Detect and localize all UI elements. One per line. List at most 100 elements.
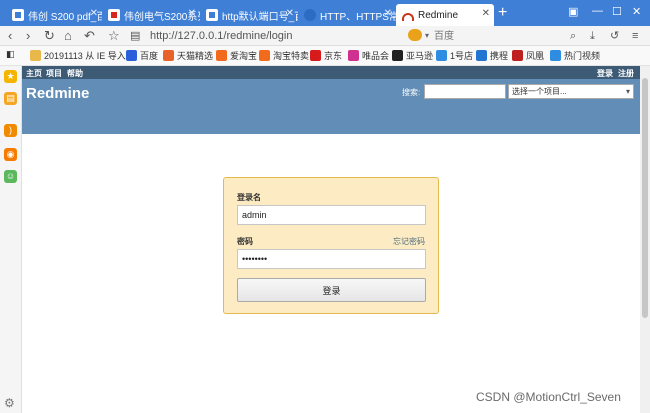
forward-icon[interactable]: › <box>26 28 30 44</box>
bookmark-label: 携程 <box>490 51 509 61</box>
menu-home-link[interactable]: 主页 <box>26 68 42 79</box>
menu-icon[interactable]: ≡ <box>632 28 638 44</box>
bookmark-item[interactable]: 凤凰 <box>512 49 544 62</box>
folder-icon <box>30 50 41 61</box>
minimize-icon[interactable]: — <box>592 5 603 17</box>
bookmark-label: 京东 <box>324 51 343 61</box>
tab-4[interactable]: HTTP、HTTPS常用 ✕ <box>298 4 396 26</box>
reader-icon[interactable]: ▤ <box>130 28 140 44</box>
bookmark-item[interactable]: 亚马逊 <box>392 49 433 62</box>
menu-login-link[interactable]: 登录 <box>597 68 613 79</box>
search-engine-chevron-icon[interactable]: ▾ <box>425 28 429 44</box>
chevron-down-icon: ▾ <box>625 87 630 96</box>
menu-projects-link[interactable]: 项目 <box>46 68 62 79</box>
rss-icon[interactable]: ) <box>4 124 17 137</box>
amazon-icon <box>392 50 403 61</box>
tab-close-icon[interactable]: ✕ <box>188 8 196 19</box>
bookmark-label: 唯品会 <box>362 51 390 61</box>
bookmark-label: 1号店 <box>450 51 474 61</box>
refresh-icon[interactable]: ↻ <box>44 28 55 44</box>
search-input[interactable] <box>424 84 506 99</box>
new-tab-icon[interactable]: + <box>498 5 507 21</box>
jd-icon <box>310 50 321 61</box>
search-input[interactable] <box>434 28 544 44</box>
favorites-star-icon[interactable]: ★ <box>4 70 17 83</box>
undo-icon[interactable]: ↶ <box>84 28 95 44</box>
baidu-icon <box>126 50 137 61</box>
ie-icon <box>550 50 561 61</box>
search-box[interactable]: ▾ <box>408 28 553 44</box>
search-icon[interactable]: ⌕ <box>570 28 576 44</box>
tab-close-icon[interactable]: ✕ <box>384 8 392 19</box>
window-tile-icon[interactable]: ▣ <box>568 5 578 18</box>
bookmark-item[interactable]: 天猫精选 <box>163 49 213 62</box>
tab-close-icon[interactable]: ✕ <box>286 8 294 19</box>
bookmark-label: 热门视频 <box>564 51 601 61</box>
maximize-icon[interactable]: ☐ <box>612 5 622 18</box>
scrollbar-thumb[interactable] <box>642 78 648 318</box>
password-field[interactable]: •••••••• <box>237 249 426 269</box>
lost-password-link[interactable]: 忘记密码 <box>393 236 425 247</box>
game-icon[interactable]: ☺ <box>4 170 17 183</box>
bookmark-label: 亚马逊 <box>406 51 434 61</box>
image-icon <box>108 9 120 21</box>
page-title: Redmine <box>26 85 90 102</box>
doc-icon <box>206 9 218 21</box>
browser-sidebar: ★ ▤ ) ◉ ☺ ⚙ <box>0 66 22 413</box>
project-jump-select[interactable]: 选择一个项目... ▾ <box>508 84 634 99</box>
bookmark-item[interactable]: 百度 <box>126 49 158 62</box>
password-label: 密码 <box>237 237 253 246</box>
bookmarks-bar: ◧ 20191113 从 IE 导入 百度 天猫精选 爱淘宝 淘宝特卖 京东 唯… <box>0 46 650 66</box>
bookmark-item[interactable]: 爱淘宝 <box>216 49 257 62</box>
vip-icon <box>348 50 359 61</box>
bookmark-label: 淘宝特卖 <box>273 51 310 61</box>
bookmarks-toggle-icon[interactable]: ◧ <box>6 49 15 60</box>
watermark: CSDN @MotionCtrl_Seven <box>476 390 621 404</box>
ie-icon <box>436 50 447 61</box>
settings-gear-icon[interactable]: ⚙ <box>4 396 15 410</box>
download-icon[interactable]: ⤓ <box>590 28 595 44</box>
bookmark-item[interactable]: 热门视频 <box>550 49 600 62</box>
redmine-header: Redmine 搜索: 选择一个项目... ▾ <box>22 79 640 134</box>
tab-redmine[interactable]: Redmine ✕ <box>396 4 494 26</box>
username-label: 登录名 <box>237 193 261 202</box>
menu-help-link[interactable]: 帮助 <box>67 68 83 79</box>
url-field[interactable]: http://127.0.0.1/redmine/login <box>150 28 395 44</box>
tab-2[interactable]: 伟创电气S200系列 ✕ <box>102 4 200 26</box>
search-engine-icon[interactable] <box>408 29 422 41</box>
bookmark-item[interactable]: 唯品会 <box>348 49 389 62</box>
notes-icon[interactable]: ▤ <box>4 92 17 105</box>
bird-icon <box>304 9 316 21</box>
back-icon[interactable]: ‹ <box>8 28 12 44</box>
bookmark-item[interactable]: 京东 <box>310 49 342 62</box>
bookmark-label: 20191113 从 IE 导入 <box>44 51 126 61</box>
login-form: 登录名 密码 忘记密码 •••••••• 登录 <box>223 177 439 314</box>
tab-close-icon[interactable]: ✕ <box>90 8 98 19</box>
bookmark-label: 爱淘宝 <box>230 51 258 61</box>
project-jump-label: 选择一个项目... <box>512 87 567 96</box>
tab-1[interactable]: 伟创 S200 pdf_百度 ✕ <box>6 4 102 26</box>
taobao-sale-icon <box>259 50 270 61</box>
tab-bar: 伟创 S200 pdf_百度 ✕ 伟创电气S200系列 ✕ http默认端口号_… <box>0 0 650 26</box>
redmine-top-menu: 主页 项目 帮助 登录 注册 <box>22 66 640 79</box>
star-icon[interactable]: ☆ <box>108 28 120 44</box>
ifeng-icon <box>512 50 523 61</box>
login-button[interactable]: 登录 <box>237 278 426 302</box>
ctrip-icon <box>476 50 487 61</box>
home-icon[interactable]: ⌂ <box>64 28 72 44</box>
taobao-icon <box>216 50 227 61</box>
bookmark-label: 天猫精选 <box>177 51 214 61</box>
bookmark-folder[interactable]: 20191113 从 IE 导入 <box>30 49 126 62</box>
tab-close-icon[interactable]: ✕ <box>482 8 490 19</box>
weibo-icon[interactable]: ◉ <box>4 148 17 161</box>
undo-close-icon[interactable]: ↺ <box>610 28 619 44</box>
close-window-icon[interactable]: ✕ <box>632 5 641 18</box>
tab-3[interactable]: http默认端口号_百 ✕ <box>200 4 298 26</box>
bookmark-item[interactable]: 淘宝特卖 <box>259 49 309 62</box>
bookmark-label: 凤凰 <box>526 51 545 61</box>
username-field[interactable] <box>237 205 426 225</box>
bookmark-item[interactable]: 1号店 <box>436 49 473 62</box>
redmine-icon <box>402 13 414 21</box>
bookmark-item[interactable]: 携程 <box>476 49 508 62</box>
menu-register-link[interactable]: 注册 <box>618 68 634 79</box>
